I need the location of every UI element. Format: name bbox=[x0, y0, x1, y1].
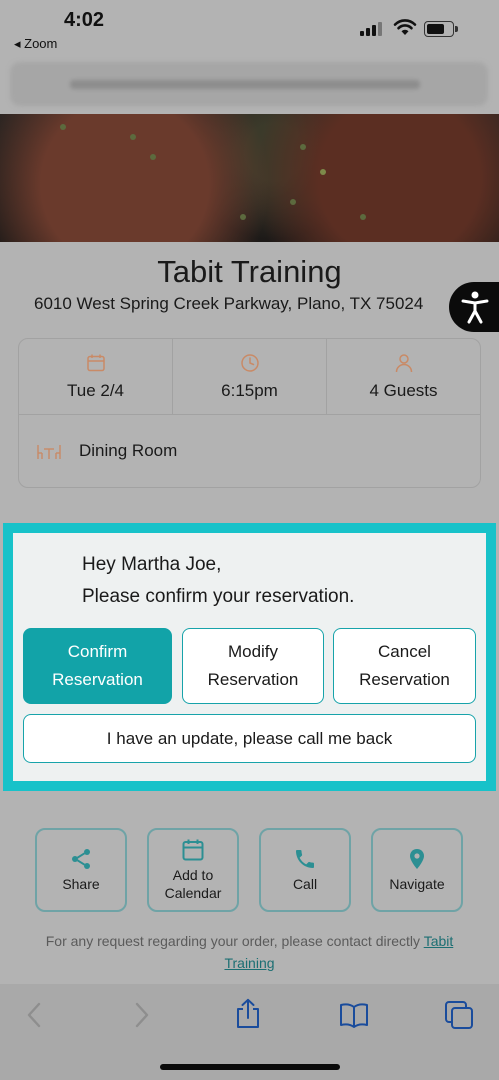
accessibility-icon bbox=[461, 291, 489, 324]
confirm-label-line1: Confirm bbox=[67, 642, 128, 661]
calendar-label-line2: Calendar bbox=[164, 885, 222, 901]
contact-note: For any request regarding your order, pl… bbox=[0, 930, 499, 974]
calendar-icon bbox=[86, 354, 105, 371]
restaurant-address: 6010 West Spring Creek Parkway, Plano, T… bbox=[34, 294, 424, 313]
reservation-date: Tue 2/4 bbox=[19, 339, 173, 414]
add-to-calendar-button[interactable]: Add to Calendar bbox=[147, 828, 239, 912]
call-button[interactable]: Call bbox=[259, 828, 351, 912]
cellular-signal-icon bbox=[360, 22, 382, 36]
cancel-label-line2: Reservation bbox=[359, 670, 450, 689]
reservation-area-text: Dining Room bbox=[79, 441, 178, 460]
location-pin-icon bbox=[410, 849, 424, 869]
confirm-reservation-button[interactable]: Confirm Reservation bbox=[23, 628, 172, 704]
accessibility-button[interactable] bbox=[449, 282, 499, 332]
wifi-icon bbox=[393, 19, 417, 35]
confirm-reservation-panel: Hey Martha Joe, Please confirm your rese… bbox=[3, 523, 496, 791]
forward-arrow-icon[interactable] bbox=[132, 1000, 152, 1030]
tabs-icon[interactable] bbox=[444, 1000, 474, 1030]
battery-icon bbox=[424, 21, 458, 37]
back-to-zoom-link[interactable]: ◂ Zoom bbox=[14, 36, 57, 52]
home-indicator bbox=[160, 1064, 340, 1070]
cancel-reservation-button[interactable]: Cancel Reservation bbox=[333, 628, 476, 704]
call-me-back-button[interactable]: I have an update, please call me back bbox=[23, 714, 476, 763]
reservation-guests-text: 4 Guests bbox=[369, 380, 438, 400]
back-arrow-icon[interactable] bbox=[24, 1000, 44, 1030]
reservation-guests: 4 Guests bbox=[327, 339, 480, 414]
restaurant-hero-image bbox=[0, 114, 499, 242]
reservation-area: Dining Room bbox=[19, 415, 480, 487]
table-icon bbox=[37, 445, 61, 459]
calendar-add-icon bbox=[182, 839, 204, 861]
greeting-name: Hey Martha Joe, bbox=[82, 554, 222, 575]
greeting: Hey Martha Joe, Please confirm your rese… bbox=[82, 549, 354, 613]
confirm-label-line2: Reservation bbox=[52, 670, 143, 689]
address-bar[interactable] bbox=[10, 62, 488, 106]
cancel-label-line1: Cancel bbox=[378, 642, 431, 661]
status-time: 4:02 bbox=[64, 9, 105, 31]
navigate-button[interactable]: Navigate bbox=[371, 828, 463, 912]
person-icon bbox=[395, 353, 412, 372]
modify-label-line1: Modify bbox=[227, 642, 279, 661]
reservation-date-text: Tue 2/4 bbox=[66, 380, 125, 400]
greeting-prompt: Please confirm your reservation. bbox=[82, 586, 355, 607]
reservation-time-text: 6:15pm bbox=[221, 380, 278, 400]
share-upload-icon[interactable] bbox=[234, 998, 262, 1030]
phone-icon bbox=[296, 850, 314, 868]
modify-label-line2: Reservation bbox=[207, 670, 299, 689]
restaurant-name: Tabit Training bbox=[157, 254, 342, 289]
contact-note-text: For any request regarding your order, pl… bbox=[45, 933, 424, 949]
contact-restaurant-link-cont[interactable]: Training bbox=[224, 955, 274, 971]
status-bar: 4:02 ◂ Zoom bbox=[0, 0, 499, 58]
share-button[interactable]: Share bbox=[35, 828, 127, 912]
navigate-label: Navigate bbox=[389, 876, 445, 892]
clock-icon bbox=[240, 353, 259, 372]
bookmarks-icon[interactable] bbox=[339, 1002, 369, 1028]
reservation-details-card: Tue 2/4 6:15pm 4 Guests Dining Room bbox=[18, 338, 481, 488]
call-label: Call bbox=[292, 876, 318, 892]
share-icon bbox=[72, 849, 90, 869]
share-label: Share bbox=[62, 876, 100, 892]
reservation-time: 6:15pm bbox=[173, 339, 327, 414]
modify-reservation-button[interactable]: Modify Reservation bbox=[182, 628, 324, 704]
contact-restaurant-link[interactable]: Tabit bbox=[424, 933, 454, 949]
action-buttons: Share Add to Calendar Call Navigate bbox=[0, 828, 499, 912]
calendar-label-line1: Add to bbox=[172, 867, 214, 883]
